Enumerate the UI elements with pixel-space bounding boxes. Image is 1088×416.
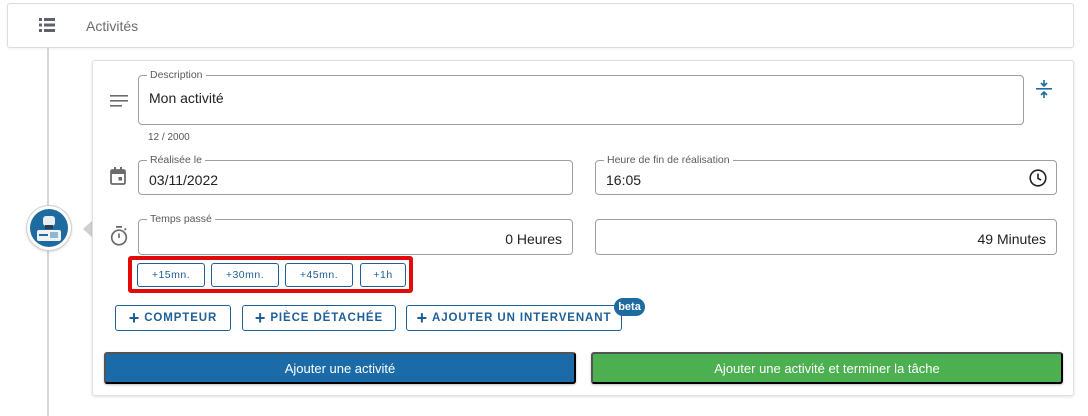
add-worker-button[interactable]: + AJOUTER UN INTERVENANT (406, 305, 622, 331)
description-field[interactable]: Description Mon activité (138, 68, 1024, 125)
add-30min-button[interactable]: +30mn. (211, 263, 279, 287)
activities-header: Activités (7, 3, 1074, 48)
add-activity-finish-task-button[interactable]: Ajouter une activité et terminer la tâch… (591, 352, 1063, 384)
hours-value: 0 Heures (505, 231, 562, 247)
add-activity-button[interactable]: Ajouter une activité (104, 352, 576, 384)
technician-avatar-icon (30, 209, 68, 247)
end-time-field[interactable]: Heure de fin de réalisation 16:05 (595, 153, 1057, 195)
calendar-icon (110, 167, 126, 185)
timer-icon (110, 226, 128, 246)
minutes-field[interactable]: 49 Minutes (595, 219, 1057, 255)
clock-icon[interactable] (1029, 169, 1047, 187)
list-icon (39, 18, 55, 32)
add-spare-part-button[interactable]: + PIÈCE DÉTACHÉE (242, 305, 396, 331)
add-15min-button[interactable]: +15mn. (137, 263, 205, 287)
end-time-label: Heure de fin de réalisation (604, 153, 733, 167)
collapse-icon[interactable] (1036, 80, 1052, 98)
add-worker-label: AJOUTER UN INTERVENANT (432, 312, 612, 324)
description-value: Mon activité (149, 90, 224, 106)
notes-icon (110, 95, 128, 107)
add-counter-label: COMPTEUR (144, 312, 218, 324)
description-label: Description (147, 68, 206, 82)
beta-badge: beta (614, 298, 645, 316)
header-title: Activités (86, 18, 139, 34)
plus-icon: + (416, 308, 429, 328)
add-spare-part-label: PIÈCE DÉTACHÉE (270, 312, 384, 324)
avatar (27, 206, 71, 250)
character-counter: 12 / 2000 (148, 132, 190, 143)
add-counter-button[interactable]: + COMPTEUR (115, 305, 231, 331)
minutes-value: 49 Minutes (977, 231, 1046, 247)
date-value: 03/11/2022 (149, 172, 219, 188)
date-label: Réalisée le (147, 153, 205, 167)
add-45min-button[interactable]: +45mn. (285, 263, 353, 287)
plus-icon: + (128, 308, 141, 328)
end-time-value: 16:05 (606, 172, 642, 188)
add-1h-button[interactable]: +1h (360, 263, 406, 287)
hours-field[interactable]: Temps passé 0 Heures (138, 212, 573, 255)
date-field[interactable]: Réalisée le 03/11/2022 (138, 153, 573, 195)
plus-icon: + (254, 308, 267, 328)
time-spent-label: Temps passé (147, 212, 215, 226)
